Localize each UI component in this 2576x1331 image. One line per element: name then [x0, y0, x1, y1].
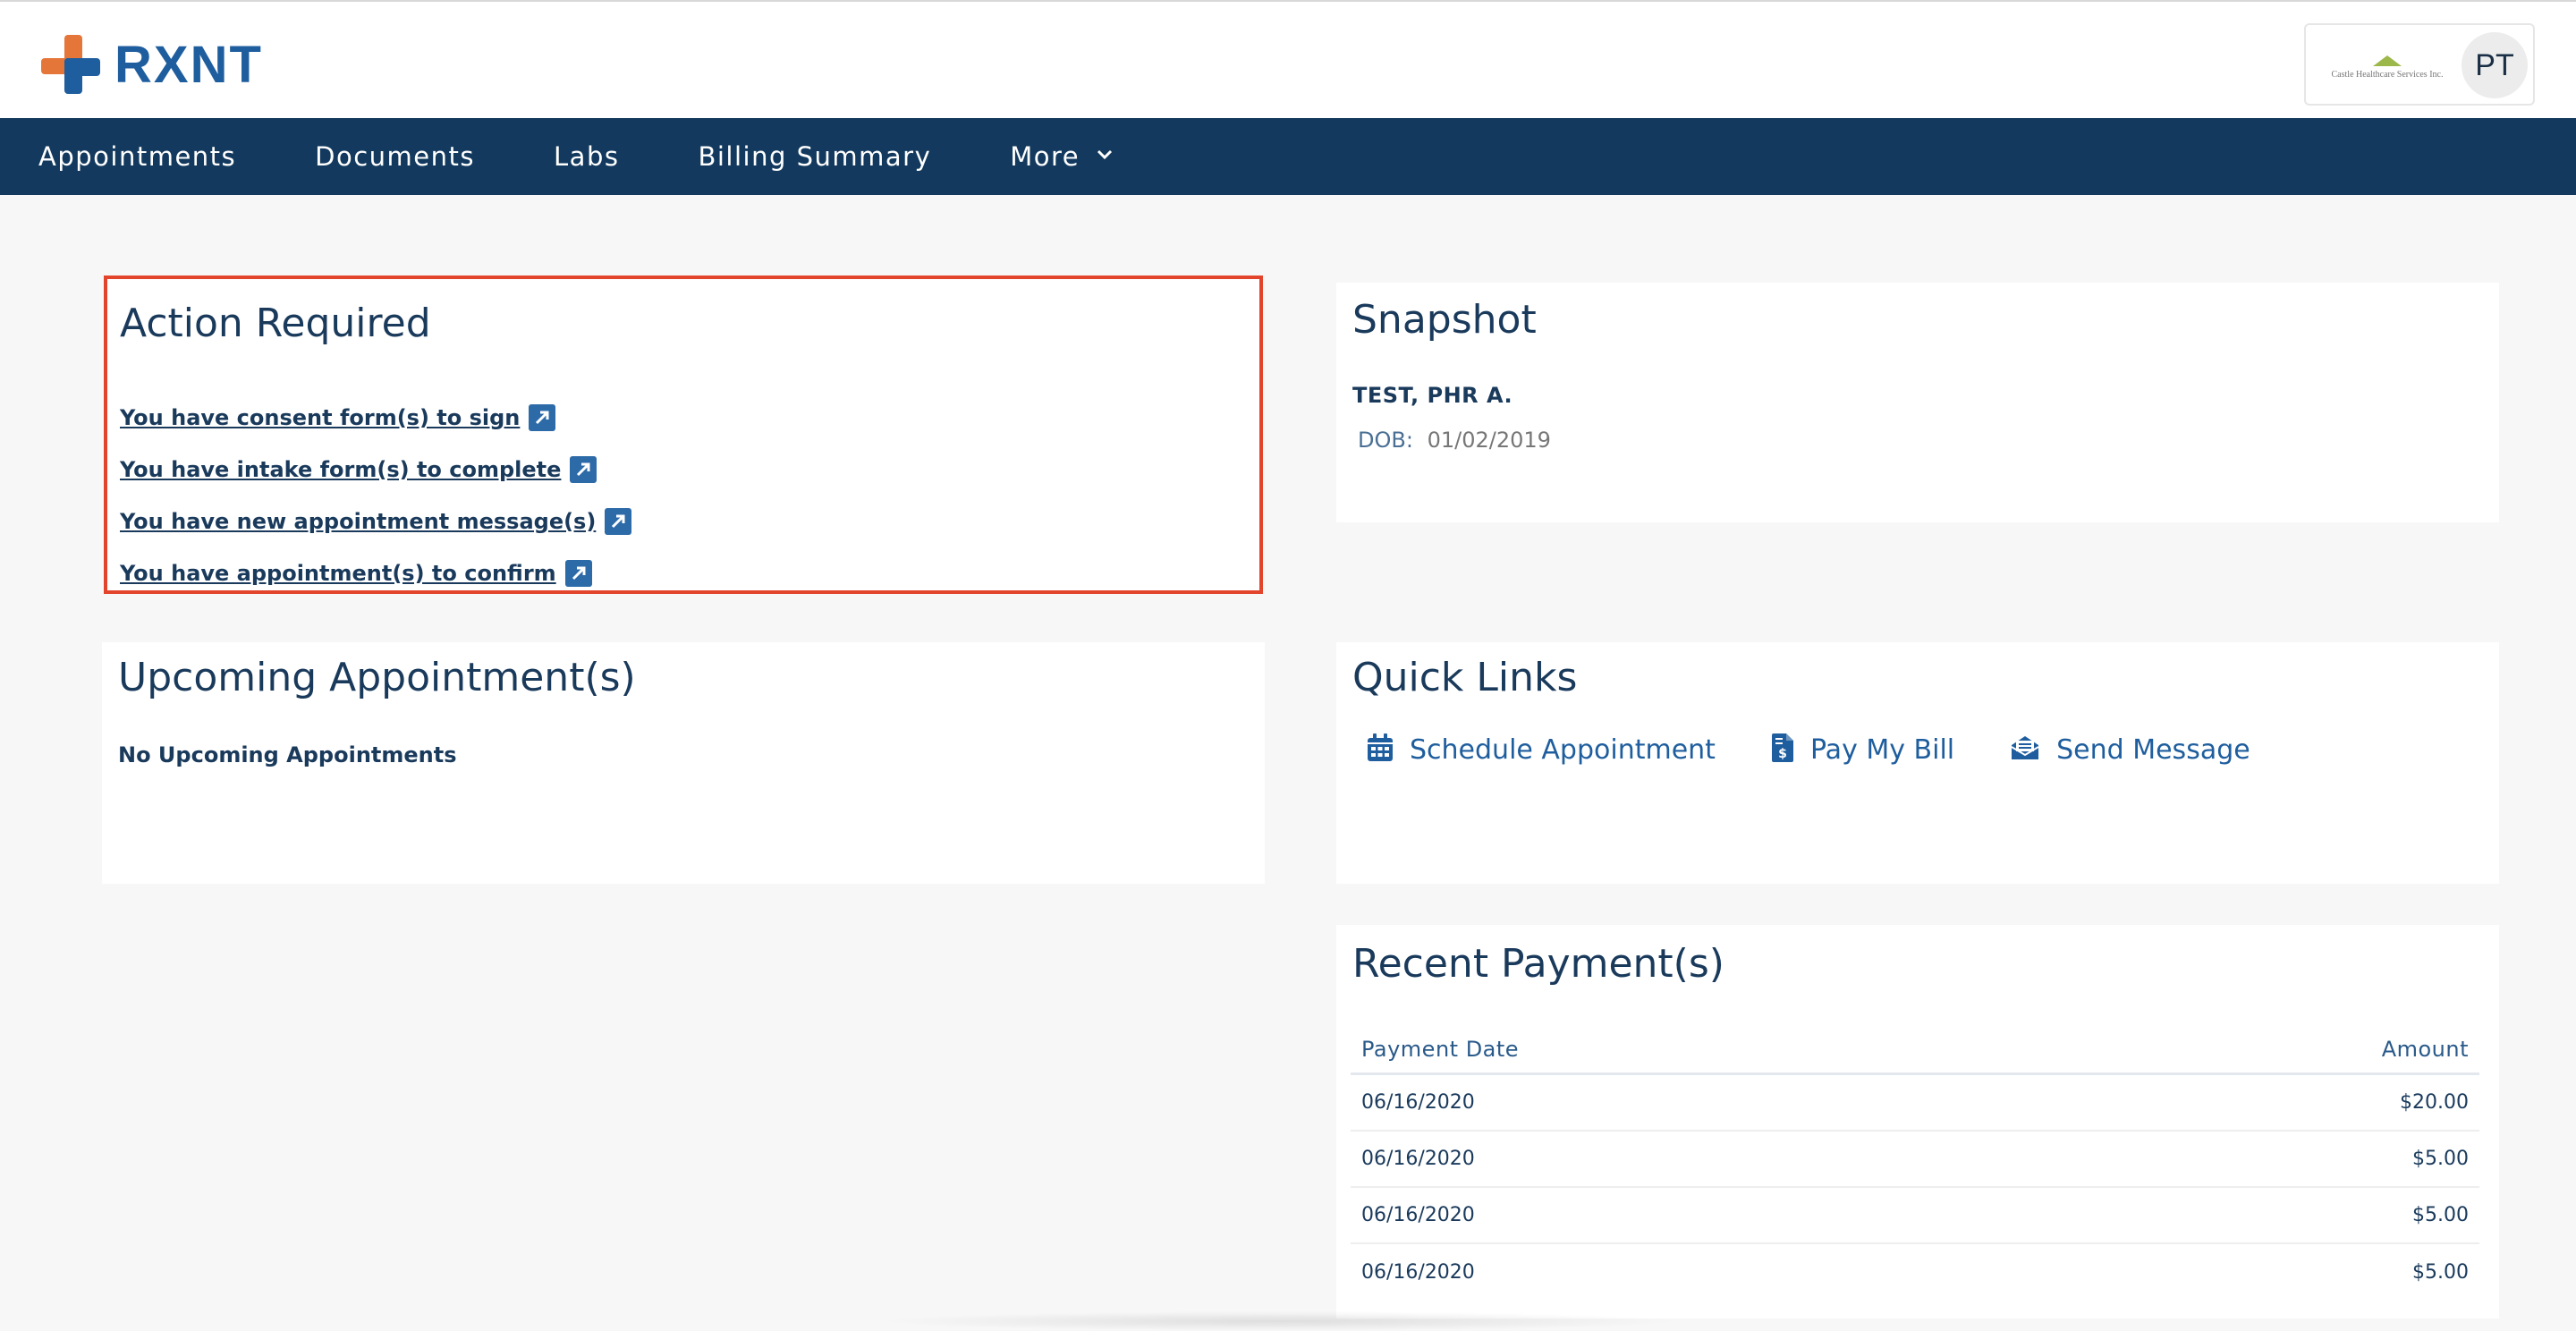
action-item: You have consent form(s) to sign — [120, 392, 631, 444]
card-title: Quick Links — [1352, 655, 1578, 700]
bottom-shadow — [877, 1311, 1682, 1331]
table-row: 06/16/2020 $5.00 — [1351, 1188, 2479, 1244]
quick-links-list: Schedule Appointment $ Pay My Bill Send … — [1367, 733, 2306, 766]
account-menu[interactable]: Castle Healthcare Services Inc. PT — [2304, 23, 2535, 106]
action-list: You have consent form(s) to sign You hav… — [120, 392, 632, 599]
upcoming-appointments-card: Upcoming Appointment(s) No Upcoming Appo… — [102, 642, 1265, 884]
logo-text: RXNT — [114, 35, 263, 94]
payment-amount: $5.00 — [2412, 1148, 2469, 1170]
header: RXNT Castle Healthcare Services Inc. PT — [0, 2, 2576, 118]
dob-row: DOB: 01/02/2019 — [1358, 428, 1551, 453]
external-link-icon[interactable] — [529, 404, 556, 431]
logo-cross-icon — [41, 35, 100, 94]
empty-state-text: No Upcoming Appointments — [118, 742, 457, 767]
confirm-appointments-link[interactable]: You have appointment(s) to confirm — [120, 561, 556, 586]
dob-label: DOB: — [1358, 428, 1413, 453]
consent-forms-link[interactable]: You have consent form(s) to sign — [120, 405, 520, 430]
external-link-icon[interactable] — [564, 560, 592, 587]
svg-text:$: $ — [1778, 747, 1787, 761]
card-title: Action Required — [120, 301, 431, 346]
action-item: You have intake form(s) to complete — [120, 444, 631, 496]
payment-date: 06/16/2020 — [1361, 1091, 1475, 1114]
dob-value: 01/02/2019 — [1427, 428, 1551, 453]
table-row: 06/16/2020 $20.00 — [1351, 1075, 2479, 1132]
quick-link-label: Send Message — [2056, 733, 2250, 766]
nav-label: Documents — [315, 141, 476, 172]
snapshot-card: Snapshot TEST, PHR A. DOB: 01/02/2019 — [1336, 283, 2499, 522]
practice-logo: Castle Healthcare Services Inc. — [2320, 45, 2454, 88]
quick-link-label: Schedule Appointment — [1410, 733, 1716, 766]
payments-table: Payment Date Amount 06/16/2020 $20.00 06… — [1351, 1025, 2479, 1301]
nav-label: More — [1010, 141, 1080, 172]
payment-amount: $5.00 — [2412, 1204, 2469, 1226]
quick-links-card: Quick Links Schedule Appointment $ Pay M… — [1336, 642, 2499, 884]
pay-my-bill-link[interactable]: $ Pay My Bill — [1771, 733, 1954, 766]
intake-forms-link[interactable]: You have intake form(s) to complete — [120, 457, 561, 482]
nav-appointments[interactable]: Appointments — [38, 141, 236, 172]
payment-date: 06/16/2020 — [1361, 1148, 1475, 1170]
nav-more-dropdown[interactable]: More — [1010, 141, 1114, 172]
rxnt-logo[interactable]: RXNT — [41, 32, 263, 97]
calendar-icon — [1367, 733, 1394, 766]
practice-roof-icon — [2369, 54, 2405, 68]
column-header-payment-date[interactable]: Payment Date — [1361, 1037, 1519, 1062]
chevron-down-icon — [1096, 144, 1114, 166]
nav-label: Labs — [554, 141, 620, 172]
payment-amount: $20.00 — [2400, 1091, 2469, 1114]
envelope-icon — [2010, 734, 2040, 765]
card-title: Snapshot — [1352, 297, 1537, 343]
appointment-messages-link[interactable]: You have new appointment message(s) — [120, 509, 596, 534]
schedule-appointment-link[interactable]: Schedule Appointment — [1367, 733, 1716, 766]
table-row: 06/16/2020 $5.00 — [1351, 1244, 2479, 1301]
payment-date: 06/16/2020 — [1361, 1261, 1475, 1284]
action-required-card: Action Required You have consent form(s)… — [104, 276, 1263, 594]
nav-documents[interactable]: Documents — [315, 141, 475, 172]
bill-icon: $ — [1771, 733, 1794, 766]
quick-link-label: Pay My Bill — [1809, 733, 1955, 766]
action-item: You have appointment(s) to confirm — [120, 547, 631, 599]
nav-labs[interactable]: Labs — [554, 141, 619, 172]
send-message-link[interactable]: Send Message — [2010, 734, 2250, 766]
action-item: You have new appointment message(s) — [120, 496, 632, 547]
recent-payments-card: Recent Payment(s) Payment Date Amount 06… — [1336, 925, 2499, 1318]
practice-name: Castle Healthcare Services Inc. — [2331, 69, 2444, 80]
nav-label: Appointments — [38, 141, 237, 172]
card-title: Upcoming Appointment(s) — [118, 655, 636, 700]
table-row: 06/16/2020 $5.00 — [1351, 1132, 2479, 1188]
card-title: Recent Payment(s) — [1352, 941, 1724, 987]
avatar[interactable]: PT — [2462, 32, 2528, 98]
patient-name: TEST, PHR A. — [1352, 383, 1513, 408]
main-nav: Appointments Documents Labs Billing Summ… — [0, 118, 2576, 195]
external-link-icon[interactable] — [605, 508, 632, 535]
column-header-amount[interactable]: Amount — [2382, 1037, 2469, 1062]
table-header: Payment Date Amount — [1351, 1025, 2479, 1075]
nav-billing-summary[interactable]: Billing Summary — [698, 141, 931, 172]
external-link-icon[interactable] — [570, 456, 597, 483]
payment-amount: $5.00 — [2412, 1261, 2469, 1284]
nav-label: Billing Summary — [698, 141, 932, 172]
payment-date: 06/16/2020 — [1361, 1204, 1475, 1226]
